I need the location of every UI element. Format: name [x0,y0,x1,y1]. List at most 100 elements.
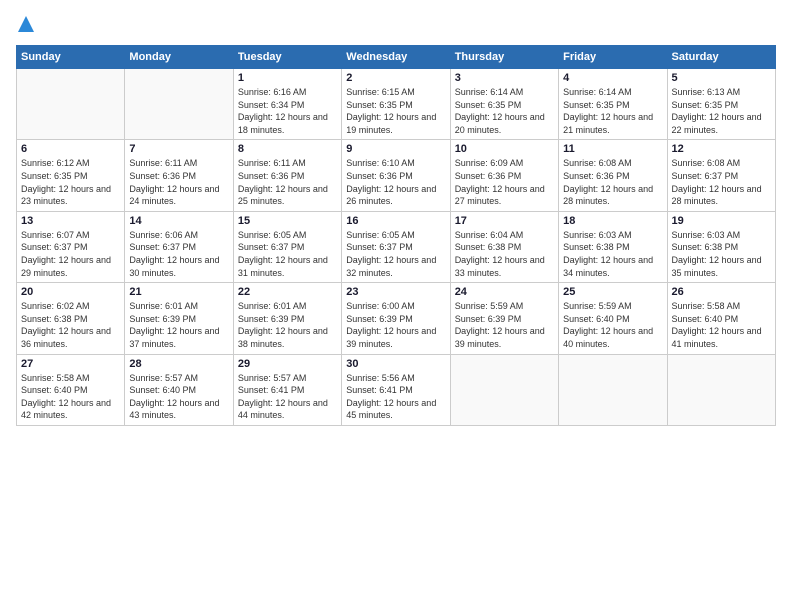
day-cell: 21 Sunrise: 6:01 AM Sunset: 6:39 PM Dayli… [125,283,233,354]
day-number: 7 [129,143,228,155]
day-info: Sunrise: 6:09 AM Sunset: 6:36 PM Dayligh… [455,157,554,207]
day-number: 16 [346,215,445,227]
calendar-table: SundayMondayTuesdayWednesdayThursdayFrid… [16,45,776,426]
day-number: 5 [672,72,771,84]
week-row: 13 Sunrise: 6:07 AM Sunset: 6:37 PM Dayli… [17,211,776,282]
day-cell: 25Sunrise: 5:59 AM Sunset: 6:40 PM Dayli… [559,283,667,354]
week-row: 1Sunrise: 6:16 AM Sunset: 6:34 PM Daylig… [17,69,776,140]
day-number: 13 [21,215,120,227]
day-cell: 24Sunrise: 5:59 AM Sunset: 6:39 PM Dayli… [450,283,558,354]
day-cell: 9 Sunrise: 6:10 AM Sunset: 6:36 PM Daylig… [342,140,450,211]
day-number: 10 [455,143,554,155]
day-number: 12 [672,143,771,155]
day-cell: 14 Sunrise: 6:06 AM Sunset: 6:37 PM Dayli… [125,211,233,282]
day-cell: 4 Sunrise: 6:14 AM Sunset: 6:35 PM Daylig… [559,69,667,140]
day-cell: 30 Sunrise: 5:56 AM Sunset: 6:41 PM Dayli… [342,354,450,425]
day-number: 8 [238,143,337,155]
day-cell: 20 Sunrise: 6:02 AM Sunset: 6:38 PM Dayli… [17,283,125,354]
header-cell: Tuesday [233,46,341,69]
day-number: 20 [21,286,120,298]
day-number: 6 [21,143,120,155]
header-cell: Sunday [17,46,125,69]
day-cell: 19 Sunrise: 6:03 AM Sunset: 6:38 PM Dayli… [667,211,775,282]
day-cell [559,354,667,425]
logo-icon [18,16,34,37]
day-info: Sunrise: 6:02 AM Sunset: 6:38 PM Dayligh… [21,300,120,350]
week-row: 20 Sunrise: 6:02 AM Sunset: 6:38 PM Dayli… [17,283,776,354]
day-number: 11 [563,143,662,155]
week-row: 27 Sunrise: 5:58 AM Sunset: 6:40 PM Dayli… [17,354,776,425]
day-number: 22 [238,286,337,298]
day-info: Sunrise: 5:58 AM Sunset: 6:40 PM Dayligh… [672,300,771,350]
day-info: Sunrise: 6:01 AM Sunset: 6:39 PM Dayligh… [238,300,337,350]
day-info: Sunrise: 6:03 AM Sunset: 6:38 PM Dayligh… [672,229,771,279]
day-info: Sunrise: 5:56 AM Sunset: 6:41 PM Dayligh… [346,372,445,422]
day-info: Sunrise: 6:13 AM Sunset: 6:35 PM Dayligh… [672,86,771,136]
day-cell [450,354,558,425]
day-cell: 28 Sunrise: 5:57 AM Sunset: 6:40 PM Dayli… [125,354,233,425]
day-number: 29 [238,358,337,370]
day-cell: 27 Sunrise: 5:58 AM Sunset: 6:40 PM Dayli… [17,354,125,425]
page-header [16,16,776,37]
day-info: Sunrise: 5:59 AM Sunset: 6:40 PM Dayligh… [563,300,662,350]
week-row: 6 Sunrise: 6:12 AM Sunset: 6:35 PM Daylig… [17,140,776,211]
day-number: 24 [455,286,554,298]
day-number: 15 [238,215,337,227]
day-info: Sunrise: 6:05 AM Sunset: 6:37 PM Dayligh… [346,229,445,279]
day-number: 19 [672,215,771,227]
day-info: Sunrise: 5:57 AM Sunset: 6:40 PM Dayligh… [129,372,228,422]
day-cell: 2Sunrise: 6:15 AM Sunset: 6:35 PM Daylig… [342,69,450,140]
day-cell: 11 Sunrise: 6:08 AM Sunset: 6:36 PM Dayli… [559,140,667,211]
day-info: Sunrise: 6:11 AM Sunset: 6:36 PM Dayligh… [238,157,337,207]
day-cell: 29 Sunrise: 5:57 AM Sunset: 6:41 PM Dayli… [233,354,341,425]
day-number: 14 [129,215,228,227]
day-cell: 13 Sunrise: 6:07 AM Sunset: 6:37 PM Dayli… [17,211,125,282]
day-info: Sunrise: 6:01 AM Sunset: 6:39 PM Dayligh… [129,300,228,350]
day-number: 27 [21,358,120,370]
day-info: Sunrise: 6:06 AM Sunset: 6:37 PM Dayligh… [129,229,228,279]
header-cell: Saturday [667,46,775,69]
day-number: 4 [563,72,662,84]
day-info: Sunrise: 5:58 AM Sunset: 6:40 PM Dayligh… [21,372,120,422]
day-cell: 15 Sunrise: 6:05 AM Sunset: 6:37 PM Dayli… [233,211,341,282]
day-info: Sunrise: 6:15 AM Sunset: 6:35 PM Dayligh… [346,86,445,136]
day-cell: 17 Sunrise: 6:04 AM Sunset: 6:38 PM Dayli… [450,211,558,282]
day-cell [17,69,125,140]
day-cell: 26 Sunrise: 5:58 AM Sunset: 6:40 PM Dayli… [667,283,775,354]
day-cell: 8 Sunrise: 6:11 AM Sunset: 6:36 PM Daylig… [233,140,341,211]
day-info: Sunrise: 6:08 AM Sunset: 6:36 PM Dayligh… [563,157,662,207]
day-cell: 1Sunrise: 6:16 AM Sunset: 6:34 PM Daylig… [233,69,341,140]
day-cell: 5 Sunrise: 6:13 AM Sunset: 6:35 PM Daylig… [667,69,775,140]
day-cell [667,354,775,425]
header-cell: Thursday [450,46,558,69]
day-cell: 16 Sunrise: 6:05 AM Sunset: 6:37 PM Dayli… [342,211,450,282]
day-number: 30 [346,358,445,370]
day-info: Sunrise: 6:14 AM Sunset: 6:35 PM Dayligh… [455,86,554,136]
day-number: 9 [346,143,445,155]
day-number: 28 [129,358,228,370]
day-cell: 6 Sunrise: 6:12 AM Sunset: 6:35 PM Daylig… [17,140,125,211]
day-info: Sunrise: 6:07 AM Sunset: 6:37 PM Dayligh… [21,229,120,279]
day-info: Sunrise: 6:12 AM Sunset: 6:35 PM Dayligh… [21,157,120,207]
header-cell: Friday [559,46,667,69]
day-cell: 12Sunrise: 6:08 AM Sunset: 6:37 PM Dayli… [667,140,775,211]
day-info: Sunrise: 6:05 AM Sunset: 6:37 PM Dayligh… [238,229,337,279]
day-cell: 7 Sunrise: 6:11 AM Sunset: 6:36 PM Daylig… [125,140,233,211]
day-info: Sunrise: 6:03 AM Sunset: 6:38 PM Dayligh… [563,229,662,279]
header-cell: Wednesday [342,46,450,69]
day-cell [125,69,233,140]
day-info: Sunrise: 6:11 AM Sunset: 6:36 PM Dayligh… [129,157,228,207]
day-number: 21 [129,286,228,298]
day-cell: 23Sunrise: 6:00 AM Sunset: 6:39 PM Dayli… [342,283,450,354]
day-info: Sunrise: 6:14 AM Sunset: 6:35 PM Dayligh… [563,86,662,136]
day-info: Sunrise: 6:04 AM Sunset: 6:38 PM Dayligh… [455,229,554,279]
day-number: 17 [455,215,554,227]
day-cell: 10 Sunrise: 6:09 AM Sunset: 6:36 PM Dayli… [450,140,558,211]
header-cell: Monday [125,46,233,69]
day-info: Sunrise: 5:57 AM Sunset: 6:41 PM Dayligh… [238,372,337,422]
day-number: 26 [672,286,771,298]
logo [16,16,34,37]
day-info: Sunrise: 6:00 AM Sunset: 6:39 PM Dayligh… [346,300,445,350]
day-info: Sunrise: 6:10 AM Sunset: 6:36 PM Dayligh… [346,157,445,207]
day-info: Sunrise: 6:16 AM Sunset: 6:34 PM Dayligh… [238,86,337,136]
